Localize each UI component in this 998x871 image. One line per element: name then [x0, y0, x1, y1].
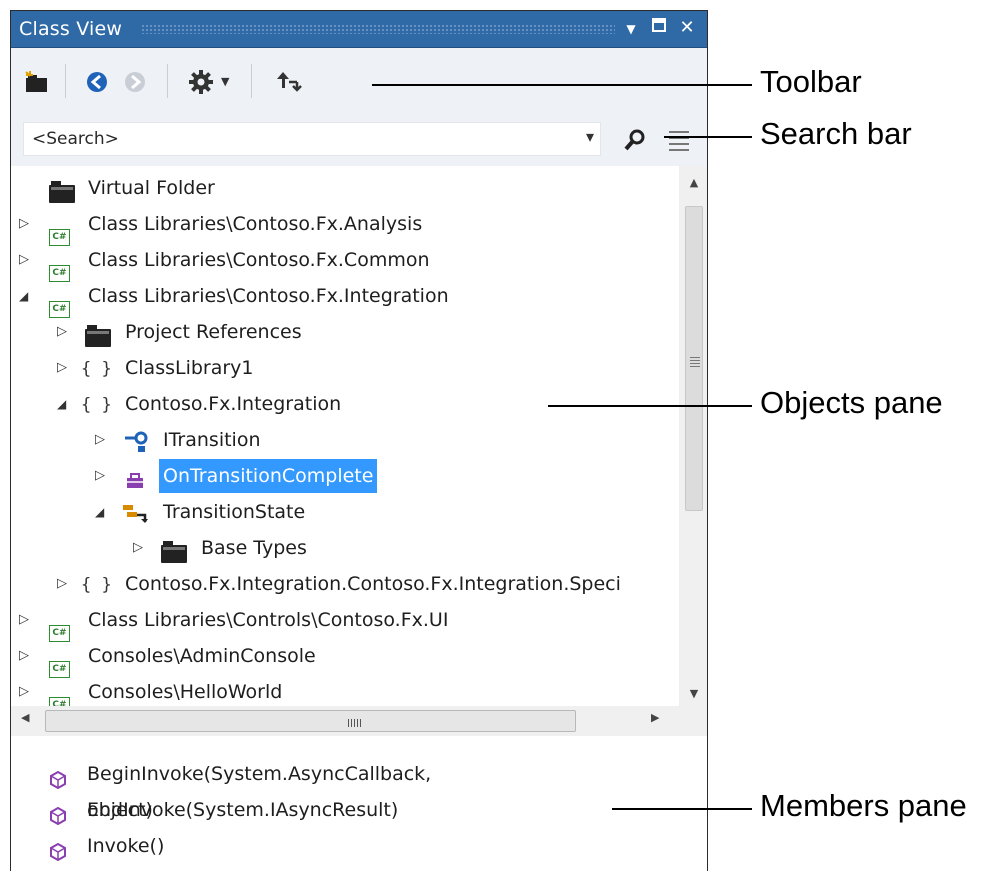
search-placeholder: <Search>: [32, 129, 119, 149]
method-icon: [49, 801, 67, 837]
cs-project-icon: C#: [49, 648, 70, 682]
window-title: Class View: [19, 18, 123, 40]
folder-icon: [49, 180, 75, 214]
toolbar-separator: [167, 64, 168, 98]
tree-item-label: Class Libraries\Contoso.Fx.Analysis: [88, 213, 423, 235]
tree-item-label: Base Types: [201, 537, 307, 559]
expand-arrow-icon[interactable]: ▷: [19, 207, 33, 241]
close-icon[interactable]: ✕: [675, 16, 699, 40]
tree-item-label: Virtual Folder: [88, 177, 215, 199]
cs-project-icon: C#: [49, 252, 70, 286]
member-label: EndInvoke(System.IAsyncResult): [87, 799, 399, 821]
members-pane-callout: Members pane: [760, 788, 967, 823]
member-label: Invoke(): [87, 835, 165, 857]
scroll-grip: [348, 719, 362, 727]
vertical-scrollbar[interactable]: ▲ ▼: [679, 166, 707, 706]
toolbar-separator: [251, 64, 252, 98]
toolbar-callout: Toolbar: [760, 64, 862, 99]
expand-arrow-icon[interactable]: ▷: [57, 351, 71, 385]
tree-item-label: Consoles\AdminConsole: [88, 645, 316, 667]
search-dropdown-icon[interactable]: ▾: [586, 127, 594, 146]
expand-arrow-icon[interactable]: ▷: [57, 567, 71, 601]
cs-project-icon: C#: [49, 612, 70, 646]
tree-item-label: ITransition: [163, 429, 261, 451]
scroll-left-icon[interactable]: ◀: [21, 711, 29, 724]
vertical-scroll-thumb[interactable]: [685, 206, 703, 511]
tree-item-label: OnTransitionComplete: [159, 459, 378, 493]
title-grip: [141, 24, 615, 34]
delegate-icon: [125, 467, 145, 501]
tree-item-label: TransitionState: [163, 501, 306, 523]
method-icon: [49, 837, 67, 871]
title-bar[interactable]: Class View ▼ ✕: [11, 11, 707, 48]
expand-arrow-icon[interactable]: ▷: [19, 675, 33, 709]
collapse-arrow-icon[interactable]: ◢: [95, 495, 109, 529]
tree-item-label: Consoles\HelloWorld: [88, 681, 283, 703]
toolbar-callout-line: [372, 84, 752, 86]
tree-item-label: Class Libraries\Contoso.Fx.Integration: [88, 285, 449, 307]
back-icon[interactable]: [83, 68, 111, 96]
tree-item-label: Class Libraries\Controls\Contoso.Fx.UI: [88, 609, 449, 631]
interface-icon: [123, 430, 149, 464]
namespace-icon: { }: [81, 359, 112, 379]
cs-project-icon: C#: [49, 216, 70, 250]
tree-item-label: Contoso.Fx.Integration.Contoso.Fx.Integr…: [125, 573, 621, 595]
search-row: <Search> ▾: [11, 114, 707, 166]
toolbar-separator: [65, 64, 66, 98]
namespace-icon: { }: [81, 395, 112, 415]
search-icon[interactable]: [623, 128, 647, 156]
expand-arrow-icon[interactable]: ▷: [133, 531, 147, 565]
expand-arrow-icon[interactable]: ▷: [19, 243, 33, 277]
namespace-icon: { }: [81, 575, 112, 595]
horizontal-scrollbar[interactable]: ◀ ▶: [11, 706, 707, 736]
expand-arrow-icon[interactable]: ▷: [95, 423, 109, 457]
collapse-arrow-icon[interactable]: ◢: [19, 279, 33, 313]
objects-pane-callout-line: [548, 405, 752, 407]
scroll-grip: [690, 357, 700, 367]
method-icon: [49, 765, 67, 801]
scroll-up-icon[interactable]: ▲: [679, 176, 707, 189]
tree-item-label: ClassLibrary1: [125, 357, 254, 379]
scroll-down-icon[interactable]: ▼: [679, 687, 707, 700]
new-folder-icon[interactable]: [23, 68, 51, 96]
collapse-arrow-icon[interactable]: ◢: [57, 387, 71, 421]
settings-dropdown-icon[interactable]: ▼: [221, 68, 237, 96]
expand-arrow-icon[interactable]: ▷: [19, 603, 33, 637]
maximize-icon[interactable]: [647, 16, 671, 40]
search-bar-callout-line: [664, 136, 752, 138]
sync-with-class-view-icon[interactable]: [273, 68, 302, 96]
scroll-right-icon[interactable]: ▶: [651, 711, 659, 724]
window-menu-dropdown-icon[interactable]: ▼: [619, 17, 643, 41]
horizontal-scroll-thumb[interactable]: [45, 710, 576, 732]
members-pane-callout-line: [612, 808, 752, 810]
tree-item-label: Contoso.Fx.Integration: [125, 393, 342, 415]
toolbar: ▼: [11, 48, 707, 114]
settings-gear-icon[interactable]: [187, 68, 215, 96]
members-pane: BeginInvoke(System.AsyncCallback, object…: [11, 736, 707, 871]
expand-arrow-icon[interactable]: ▷: [57, 315, 71, 349]
search-bar-callout: Search bar: [760, 116, 912, 151]
search-options-icon[interactable]: [667, 126, 691, 156]
expand-arrow-icon[interactable]: ▷: [19, 639, 33, 673]
forward-icon[interactable]: [121, 68, 149, 96]
tree-item-label: Project References: [125, 321, 302, 343]
objects-pane: Virtual Folder ▷ C# Class Libraries\Cont…: [11, 166, 679, 714]
expand-arrow-icon[interactable]: ▷: [95, 459, 109, 493]
tree-item-label: Class Libraries\Contoso.Fx.Common: [88, 249, 430, 271]
class-view-window: Class View ▼ ✕ ▼ <Search> ▾ Virtual Fold…: [10, 10, 708, 871]
objects-pane-callout: Objects pane: [760, 385, 943, 420]
search-input[interactable]: <Search> ▾: [23, 122, 601, 156]
